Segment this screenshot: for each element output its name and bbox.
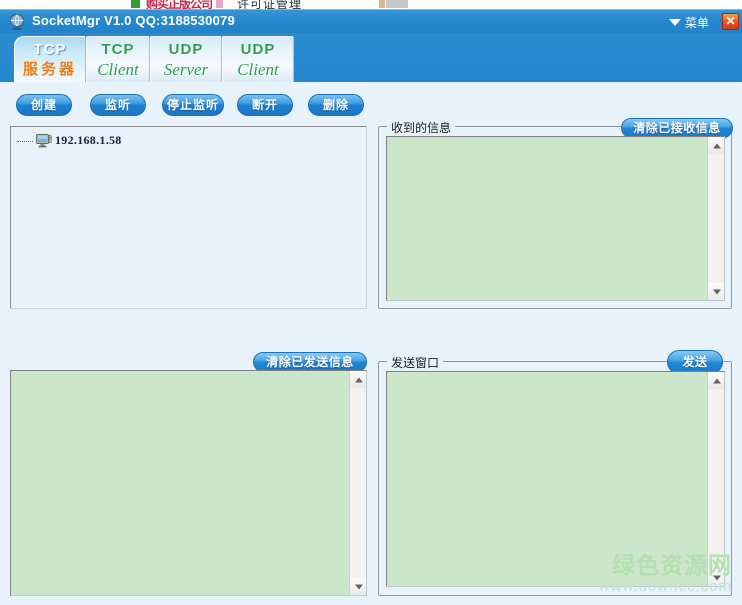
connection-tree-panel[interactable]: 192.168.1.58	[10, 126, 367, 309]
clear-sent-button[interactable]: 清除已发送信息	[253, 352, 367, 372]
tab-label-primary: UDP	[240, 41, 276, 58]
tab-strip: TCP 服务器 TCP Client UDP Server UDP Client	[0, 33, 742, 82]
scroll-down-icon[interactable]	[350, 578, 366, 595]
tab-label-secondary: Server	[163, 60, 209, 79]
received-messages-title: 收到的信息	[387, 119, 456, 136]
clear-received-button[interactable]: 清除已接收信息	[621, 118, 733, 138]
tab-udp-client[interactable]: UDP Client	[222, 36, 294, 82]
globe-icon	[10, 14, 24, 30]
toolbar-button-0[interactable]: 创建	[16, 94, 72, 116]
background-pink-bar	[216, 0, 223, 8]
tree-item-label: 192.168.1.58	[55, 133, 122, 147]
toolbar-button-4[interactable]: 删除	[308, 94, 364, 116]
tab-tcp-server[interactable]: TCP 服务器	[14, 36, 86, 82]
background-tan-bar	[379, 0, 385, 8]
toolbar-button-3[interactable]: 断开	[237, 94, 293, 116]
tree-connector-line	[17, 140, 33, 142]
tab-label-secondary: 服务器	[22, 61, 77, 78]
received-messages-textarea[interactable]	[386, 136, 725, 301]
main-body: 删除 断开 停止监听 监听 创建 192.168.1.58 收到的信息 清除已接…	[0, 82, 742, 605]
scroll-down-icon[interactable]	[708, 283, 724, 300]
sent-scrollbar[interactable]	[349, 371, 366, 595]
tab-label-secondary: Client	[237, 60, 279, 79]
tab-label-secondary: Client	[97, 60, 139, 79]
computer-icon	[36, 133, 52, 147]
scroll-up-icon[interactable]	[708, 137, 724, 154]
background-red-text: 购买正版公司	[146, 0, 213, 9]
send-window-title: 发送窗口	[387, 354, 444, 371]
scroll-down-icon[interactable]	[708, 569, 724, 586]
chevron-down-icon	[668, 19, 681, 26]
send-scrollbar[interactable]	[707, 372, 724, 586]
menu-button[interactable]: 菜单	[668, 14, 709, 31]
close-button[interactable]: ✕	[722, 13, 739, 30]
tab-tcp-client[interactable]: TCP Client	[86, 36, 150, 82]
menu-button-label: 菜单	[684, 16, 709, 30]
background-green-square	[131, 0, 140, 8]
scroll-up-icon[interactable]	[708, 372, 724, 389]
application-window: SocketMgr V1.0 QQ:3188530079 菜单 ✕ TCP 服务器…	[0, 9, 742, 605]
tab-label-primary: TCP	[101, 41, 135, 58]
send-window-textarea[interactable]	[386, 371, 725, 587]
sent-messages-textarea[interactable]	[10, 370, 367, 596]
tab-label-primary: TCP	[33, 41, 67, 58]
received-scrollbar[interactable]	[707, 137, 724, 300]
tab-label-primary: UDP	[168, 41, 204, 58]
toolbar-button-1[interactable]: 监听	[90, 94, 146, 116]
tab-udp-server[interactable]: UDP Server	[150, 36, 222, 82]
background-dark-text: 许可证管理	[237, 0, 303, 9]
title-bar: SocketMgr V1.0 QQ:3188530079 菜单 ✕	[0, 9, 742, 34]
tree-item-connection[interactable]: 192.168.1.58	[17, 133, 122, 148]
window-title: SocketMgr V1.0 QQ:3188530079	[32, 13, 235, 28]
scroll-up-icon[interactable]	[350, 371, 366, 388]
background-window-strip: 购买正版公司 许可证管理	[0, 0, 742, 9]
background-gray-bar	[386, 0, 408, 8]
toolbar-button-2[interactable]: 停止监听	[162, 94, 224, 116]
